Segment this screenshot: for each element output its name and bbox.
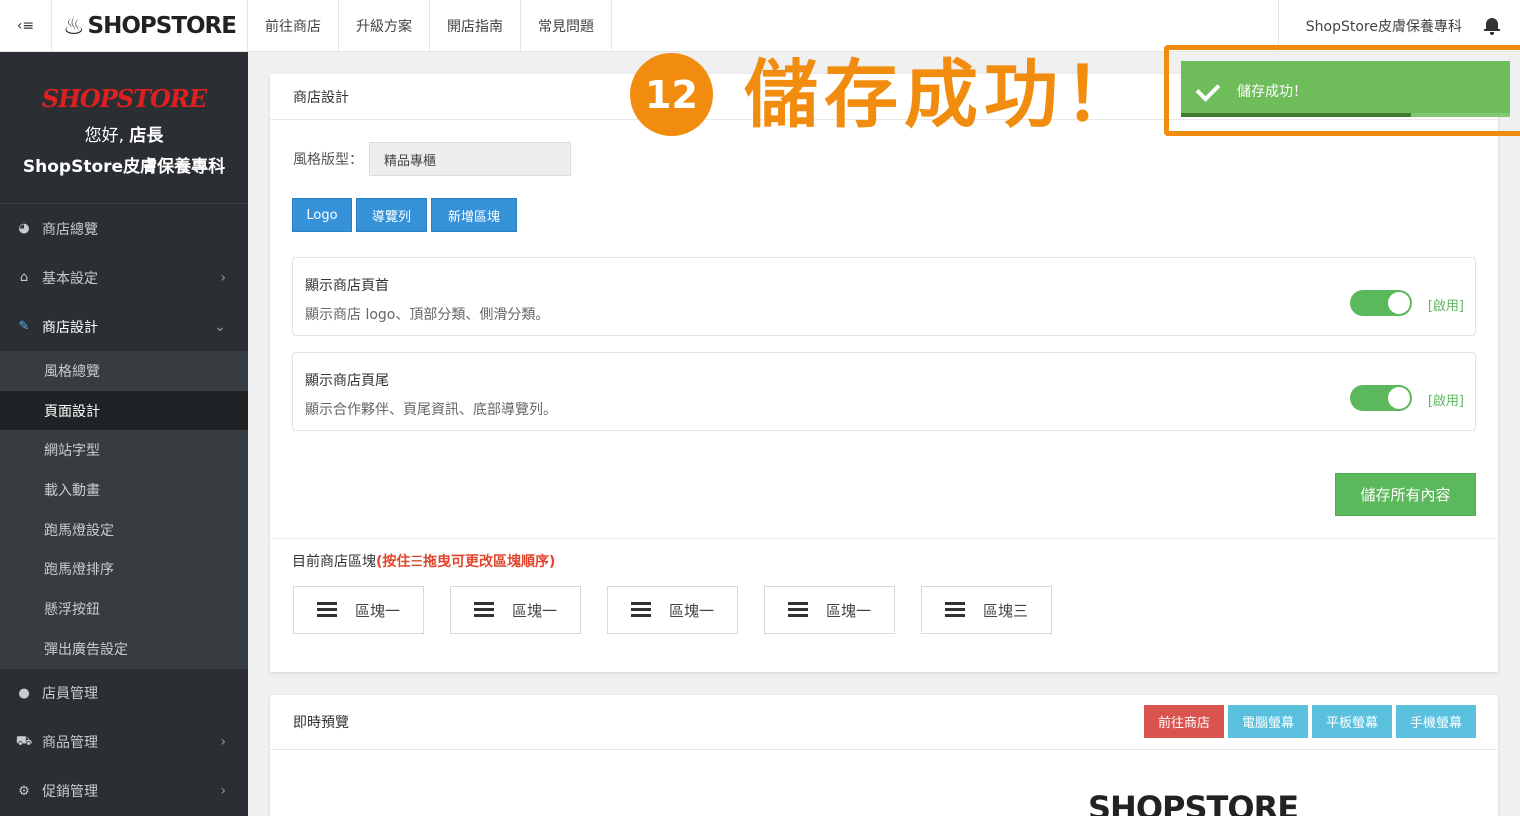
style-template-field: 精品專櫃 bbox=[369, 142, 571, 176]
block-item[interactable]: 區塊一 bbox=[764, 586, 895, 634]
design-buttons: Logo 導覽列 新增區塊 bbox=[292, 198, 517, 232]
drag-handle-icon[interactable] bbox=[787, 602, 808, 618]
header-toggle-switch[interactable] bbox=[1350, 290, 1412, 316]
bank-icon: ⌂ bbox=[19, 270, 29, 285]
preview-tablet-button[interactable]: 平板螢幕 bbox=[1311, 705, 1392, 738]
step-number-badge: 12 bbox=[630, 53, 713, 136]
sub-item-floating-button[interactable]: 懸浮按鈕 bbox=[0, 589, 248, 629]
sidebar-item-promotions[interactable]: ⚙ 促銷管理 › bbox=[0, 767, 248, 816]
sidebar-item-store-design[interactable]: ✎ 商店設計 ⌄ bbox=[0, 302, 248, 351]
block-item[interactable]: 區塊一 bbox=[607, 586, 738, 634]
sidebar-item-products[interactable]: ⛟ 商品管理 › bbox=[0, 718, 248, 767]
divider bbox=[270, 538, 1498, 539]
drag-hint: (按住☰拖曳可更改區塊順序) bbox=[376, 554, 556, 570]
nav-go-store[interactable]: 前往商店 bbox=[248, 0, 339, 51]
chevron-down-icon: ⌄ bbox=[214, 318, 226, 335]
style-label: 風格版型： bbox=[293, 152, 363, 168]
sub-item-style-overview[interactable]: 風格總覽 bbox=[0, 351, 248, 391]
highlight-frame bbox=[1164, 45, 1520, 136]
live-preview-panel: 即時預覽 前往商店 電腦螢幕 平板螢幕 手機螢幕 SHOPSTORE bbox=[270, 695, 1498, 816]
drag-handle-icon[interactable] bbox=[944, 602, 965, 618]
sub-item-site-font[interactable]: 網站字型 bbox=[0, 430, 248, 470]
sub-item-popup-ad[interactable]: 彈出廣告設定 bbox=[0, 629, 248, 669]
navbar-button[interactable]: 導覽列 bbox=[356, 198, 427, 232]
drag-handle-icon[interactable] bbox=[316, 602, 337, 618]
header-toggle-title: 顯示商店頁首 bbox=[305, 278, 389, 294]
logo-button[interactable]: Logo bbox=[292, 198, 352, 232]
account-area: ShopStore皮膚保養專科 bbox=[1277, 0, 1520, 51]
step-caption: 儲存成功！ bbox=[744, 52, 1144, 138]
nav-faq[interactable]: 常見問題 bbox=[521, 0, 612, 51]
sub-item-marquee-order[interactable]: 跑馬燈排序 bbox=[0, 549, 248, 589]
sub-item-loading-animation[interactable]: 載入動畫 bbox=[0, 470, 248, 510]
header-toggle-card: 顯示商店頁首 顯示商店 logo、頂部分類、側滑分類。 [啟用] bbox=[292, 257, 1476, 336]
user-secret-icon: ● bbox=[18, 685, 30, 701]
magic-wand-icon: ✎ bbox=[18, 319, 30, 334]
store-design-submenu: 風格總覽 頁面設計 網站字型 載入動畫 跑馬燈設定 跑馬燈排序 懸浮按鈕 彈出廣… bbox=[0, 351, 248, 669]
drag-handle-icon[interactable] bbox=[630, 602, 651, 618]
block-item[interactable]: 區塊三 bbox=[921, 586, 1052, 634]
preview-buttons: 前往商店 電腦螢幕 平板螢幕 手機螢幕 bbox=[1143, 705, 1476, 738]
drag-handle-icon[interactable] bbox=[473, 602, 494, 618]
store-name-menu[interactable]: ShopStore皮膚保養專科 bbox=[1306, 16, 1462, 36]
preview-go-store-button[interactable]: 前往商店 bbox=[1143, 705, 1224, 738]
block-item[interactable]: 區塊一 bbox=[450, 586, 581, 634]
footer-toggle-state: [啟用] bbox=[1427, 394, 1464, 409]
chevron-right-icon: › bbox=[220, 783, 226, 799]
greeting: 您好, 店長 bbox=[84, 126, 164, 146]
save-all-button[interactable]: 儲存所有內容 bbox=[1335, 473, 1476, 516]
cart-icon: ⛟ bbox=[15, 733, 33, 749]
nav-store-guide[interactable]: 開店指南 bbox=[430, 0, 521, 51]
sidebar-toggle-button[interactable]: ‹≡ bbox=[0, 0, 52, 51]
blocks-title: 目前商店區塊(按住☰拖曳可更改區塊順序) bbox=[292, 554, 556, 570]
dashboard-icon: ◕ bbox=[18, 221, 30, 236]
sidebar-item-staff[interactable]: ● 店員管理 bbox=[0, 669, 248, 718]
preview-mobile-button[interactable]: 手機螢幕 bbox=[1395, 705, 1476, 738]
sub-item-page-design[interactable]: 頁面設計 bbox=[0, 390, 248, 431]
header-toggle-desc: 顯示商店 logo、頂部分類、側滑分類。 bbox=[305, 307, 550, 323]
sidebar: SHOPSTORE 您好, 店長 ShopStore皮膚保養專科 ◕ 商店總覽 ⌂… bbox=[0, 52, 248, 816]
preview-desktop-button[interactable]: 電腦螢幕 bbox=[1227, 705, 1308, 738]
chevron-right-icon: › bbox=[220, 269, 226, 286]
preview-store-logo: SHOPSTORE bbox=[1088, 789, 1299, 816]
style-template-row: 風格版型： 精品專櫃 bbox=[293, 142, 571, 176]
block-list: 區塊一 區塊一 區塊一 區塊一 區塊三 bbox=[293, 586, 1052, 634]
sidebar-item-overview[interactable]: ◕ 商店總覽 bbox=[0, 204, 248, 253]
brand-logo[interactable]: ♨ SHOPSTORE bbox=[52, 0, 248, 51]
sidebar-logo: SHOPSTORE bbox=[41, 84, 207, 113]
brand-name: SHOPSTORE bbox=[87, 12, 237, 39]
block-item[interactable]: 區塊一 bbox=[293, 586, 424, 634]
add-block-button[interactable]: 新增區塊 bbox=[431, 198, 517, 232]
shopstore-logo-icon: ♨ bbox=[63, 11, 84, 40]
footer-toggle-card: 顯示商店頁尾 顯示合作夥伴、頁尾資訊、底部導覽列。 [啟用] bbox=[292, 352, 1476, 431]
footer-toggle-switch[interactable] bbox=[1350, 385, 1412, 411]
sidebar-item-basic-settings[interactable]: ⌂ 基本設定 › bbox=[0, 253, 248, 302]
sub-item-marquee-settings[interactable]: 跑馬燈設定 bbox=[0, 510, 248, 550]
gear-icon: ⚙ bbox=[18, 783, 30, 799]
sidebar-store-name: ShopStore皮膚保養專科 bbox=[22, 157, 226, 177]
bell-icon[interactable] bbox=[1484, 17, 1500, 35]
chevron-right-icon: › bbox=[220, 734, 226, 750]
sidebar-header: SHOPSTORE 您好, 店長 ShopStore皮膚保養專科 bbox=[0, 52, 248, 204]
store-design-panel: 商店設計 風格版型： 精品專櫃 Logo 導覽列 新增區塊 顯示商店頁首 顯示商… bbox=[270, 74, 1498, 672]
top-nav: 前往商店 升級方案 開店指南 常見問題 bbox=[248, 0, 612, 51]
footer-toggle-title: 顯示商店頁尾 bbox=[305, 373, 389, 389]
footer-toggle-desc: 顯示合作夥伴、頁尾資訊、底部導覽列。 bbox=[305, 402, 557, 418]
nav-upgrade-plan[interactable]: 升級方案 bbox=[339, 0, 430, 51]
header-toggle-state: [啟用] bbox=[1427, 299, 1464, 314]
